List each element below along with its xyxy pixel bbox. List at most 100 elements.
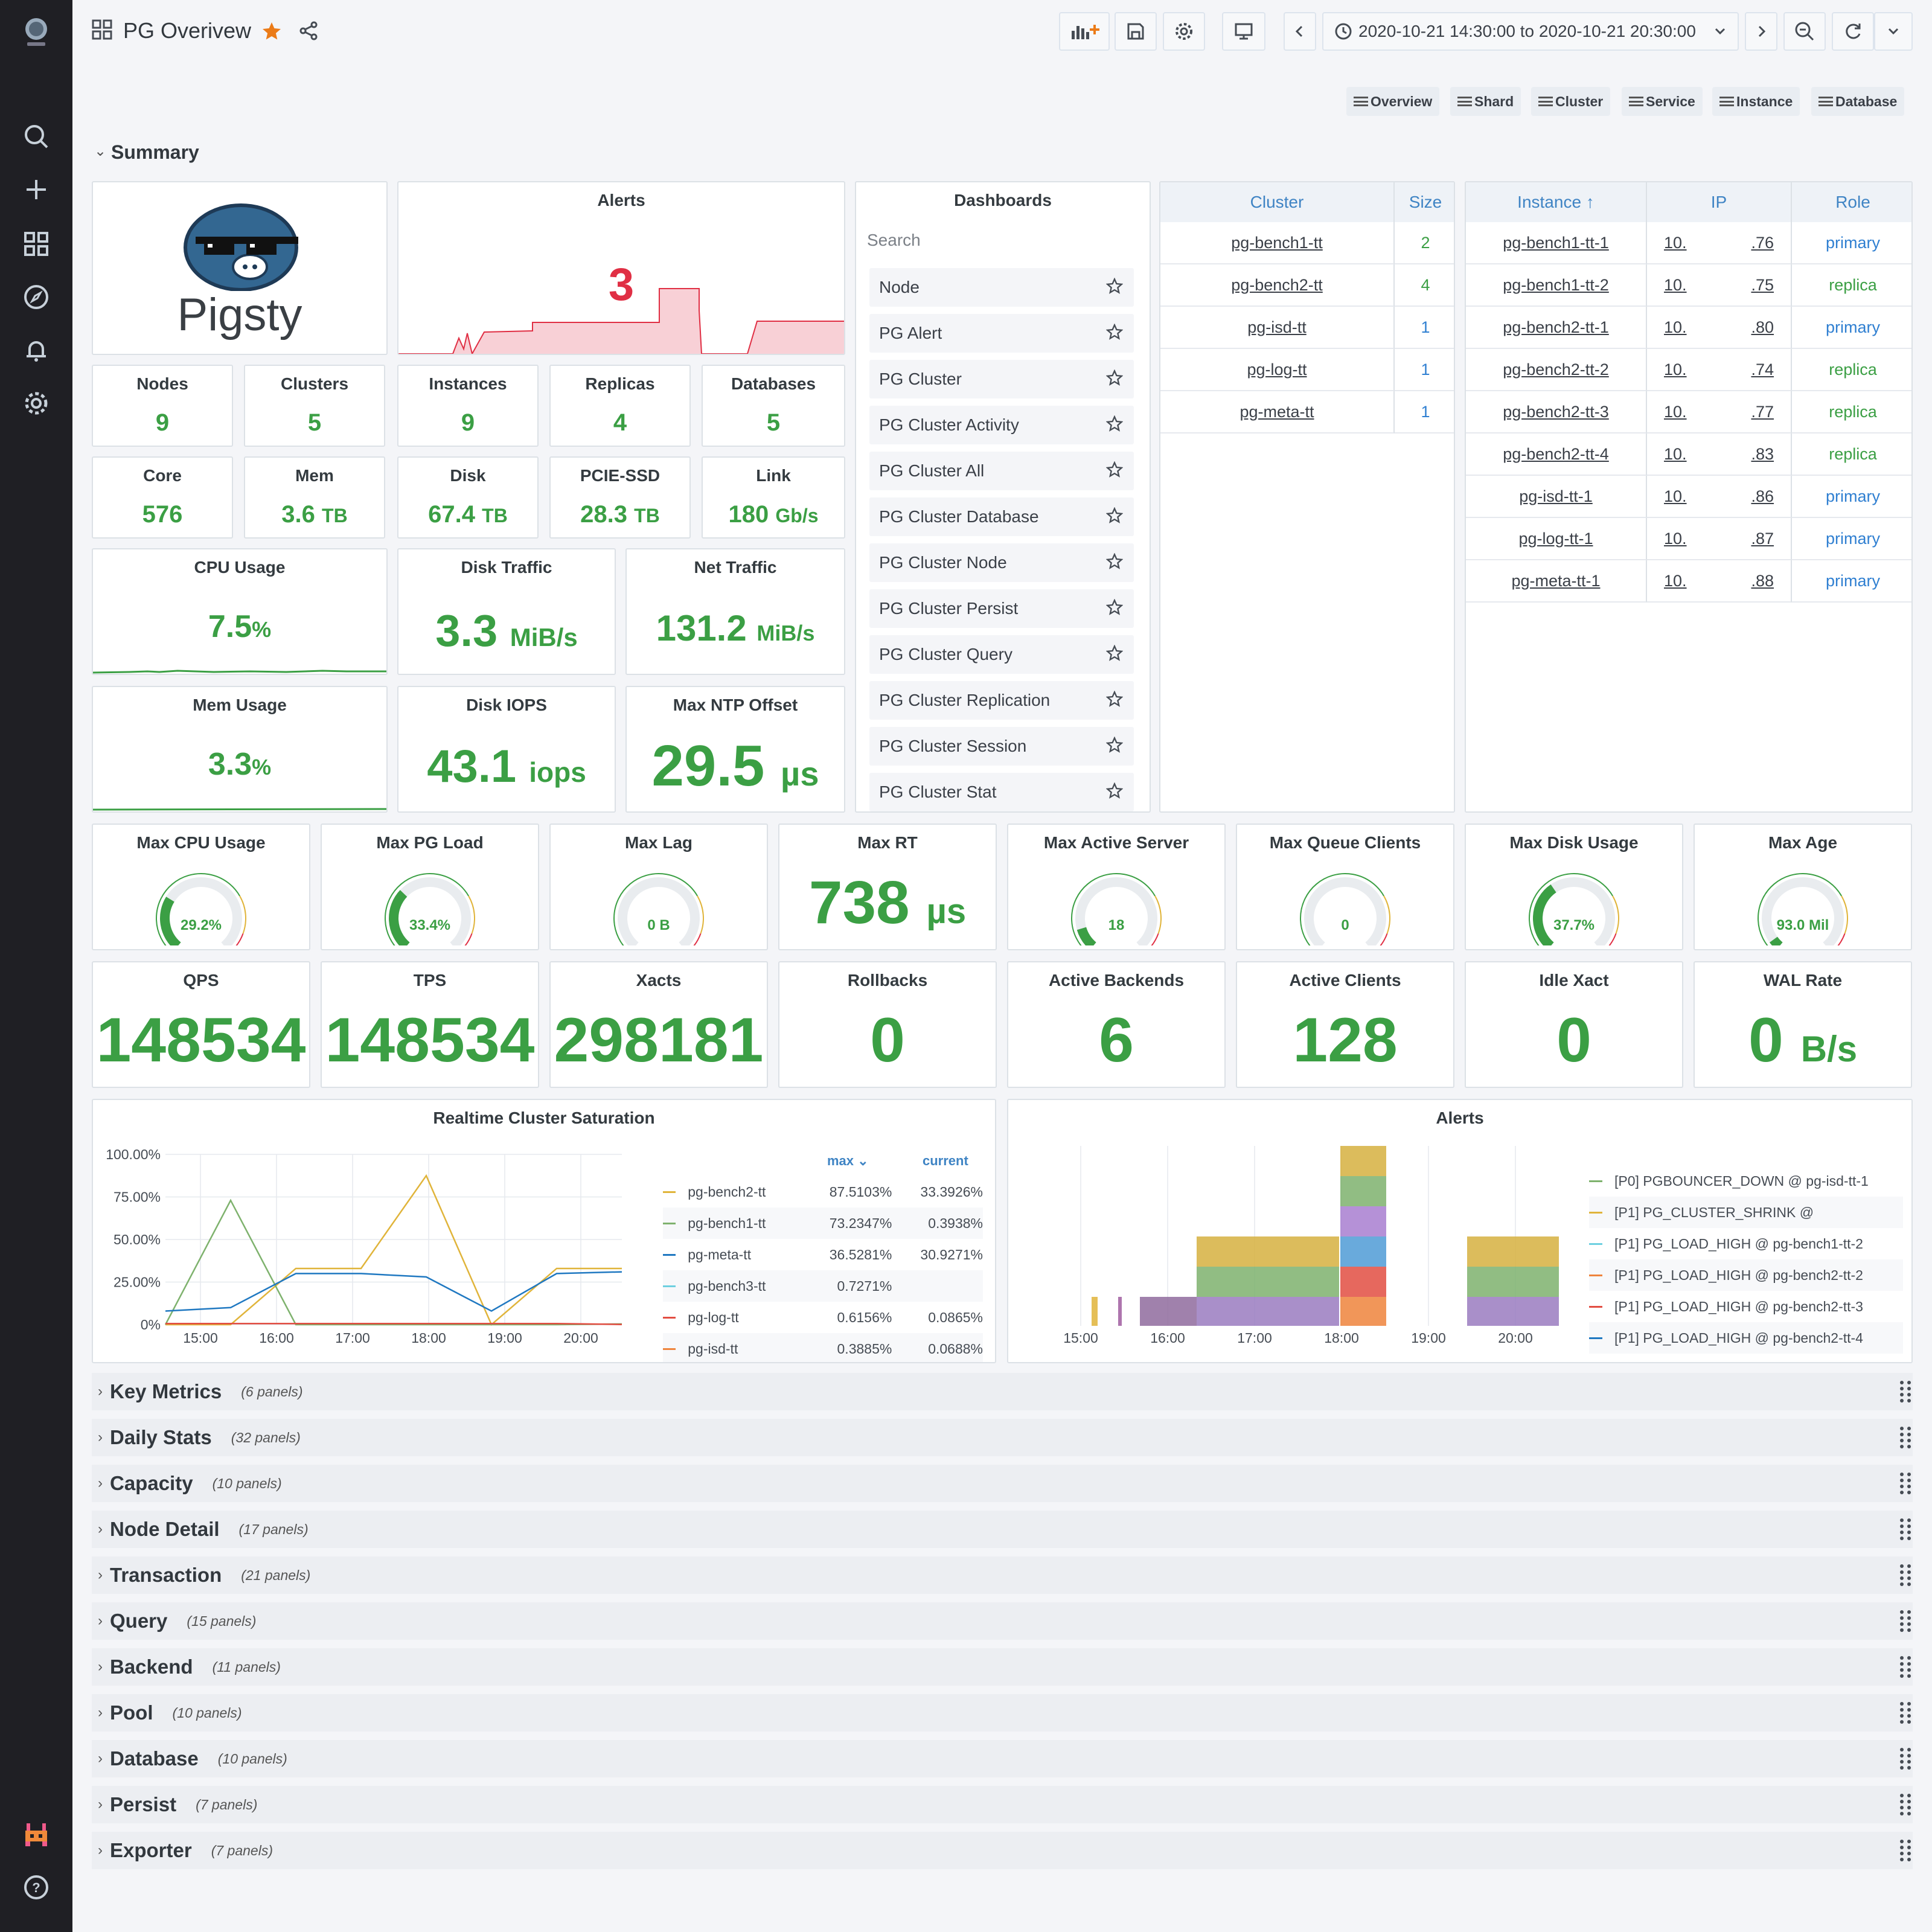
chevron-right-icon[interactable]: › xyxy=(98,1475,103,1492)
instance-name-cell[interactable]: pg-meta-tt-1 xyxy=(1466,560,1647,603)
cluster-link[interactable]: pg-log-tt xyxy=(1247,360,1307,379)
dashboard-list-item[interactable]: PG Cluster Replication xyxy=(869,681,1134,720)
instance-link[interactable]: pg-bench2-tt-2 xyxy=(1503,360,1609,379)
star-icon[interactable] xyxy=(1105,415,1125,435)
dashboard-list-item[interactable]: PG Cluster Database xyxy=(869,497,1134,536)
row-title[interactable]: Exporter xyxy=(110,1839,192,1862)
instance-name-cell[interactable]: pg-bench2-tt-1 xyxy=(1466,307,1647,349)
drag-handle-icon[interactable] xyxy=(1898,1563,1913,1587)
instance-ip-cell[interactable]: 10. .83 xyxy=(1647,433,1792,476)
drag-handle-icon[interactable] xyxy=(1898,1838,1913,1863)
chevron-down-icon[interactable]: ⌄ xyxy=(94,142,106,160)
instance-link[interactable]: pg-bench2-tt-4 xyxy=(1503,445,1609,464)
ip-suffix[interactable]: .74 xyxy=(1751,360,1774,379)
instance-link[interactable]: pg-meta-tt-1 xyxy=(1511,572,1600,590)
dashboard-list-item[interactable]: PG Cluster Query xyxy=(869,635,1134,674)
row-title[interactable]: Transaction xyxy=(110,1564,222,1587)
collapsed-row[interactable]: › Exporter (7 panels) xyxy=(92,1832,1913,1869)
instance-link[interactable]: pg-isd-tt-1 xyxy=(1519,487,1593,506)
chevron-right-icon[interactable]: › xyxy=(98,1704,103,1721)
dashboard-settings-button[interactable] xyxy=(1163,12,1205,51)
column-header-ip[interactable]: IP xyxy=(1647,182,1792,222)
star-icon[interactable] xyxy=(1105,507,1125,526)
ip-prefix[interactable]: 10. xyxy=(1664,572,1687,590)
row-title[interactable]: Database xyxy=(110,1747,199,1770)
ip-prefix[interactable]: 10. xyxy=(1664,360,1687,379)
collapsed-row[interactable]: › Database (10 panels) xyxy=(92,1740,1913,1777)
plus-icon[interactable] xyxy=(18,171,54,208)
time-range-picker[interactable]: 2020-10-21 14:30:00 to 2020-10-21 20:30:… xyxy=(1322,12,1739,51)
chevron-right-icon[interactable]: › xyxy=(98,1659,103,1675)
zoom-out-button[interactable] xyxy=(1783,12,1826,51)
instance-link[interactable]: pg-bench1-tt-1 xyxy=(1503,234,1609,252)
collapsed-row[interactable]: › Backend (11 panels) xyxy=(92,1648,1913,1686)
instance-ip-cell[interactable]: 10. .80 xyxy=(1647,307,1792,349)
share-icon[interactable] xyxy=(298,21,319,44)
chevron-right-icon[interactable]: › xyxy=(98,1796,103,1813)
search-icon[interactable] xyxy=(18,118,54,155)
ip-suffix[interactable]: .76 xyxy=(1751,234,1774,252)
cluster-name-cell[interactable]: pg-bench1-tt xyxy=(1160,222,1395,264)
star-icon[interactable] xyxy=(1105,277,1125,297)
row-title[interactable]: Daily Stats xyxy=(110,1426,212,1449)
column-header-role[interactable]: Role xyxy=(1792,182,1911,222)
legend-item[interactable]: [P0] PGBOUNCER_DOWN @ pg-isd-tt-1 xyxy=(1589,1165,1903,1197)
cluster-link[interactable]: pg-isd-tt xyxy=(1247,318,1307,337)
legend-item[interactable]: pg-meta-tt 36.5281% 30.9271% xyxy=(663,1239,983,1270)
collapsed-row[interactable]: › Transaction (21 panels) xyxy=(92,1556,1913,1594)
dashboard-list-item[interactable]: PG Cluster Activity xyxy=(869,406,1134,444)
legend-item[interactable]: pg-bench3-tt 0.7271% xyxy=(663,1270,983,1302)
instance-ip-cell[interactable]: 10. .77 xyxy=(1647,391,1792,433)
user-avatar-icon[interactable] xyxy=(18,1816,54,1852)
grafana-logo-icon[interactable] xyxy=(18,14,54,51)
drag-handle-icon[interactable] xyxy=(1898,1609,1913,1633)
legend-header-max[interactable]: max ⌄ xyxy=(827,1153,869,1169)
dashboard-list-item[interactable]: PG Cluster Persist xyxy=(869,589,1134,628)
collapsed-row[interactable]: › Pool (10 panels) xyxy=(92,1694,1913,1732)
instance-ip-cell[interactable]: 10. .76 xyxy=(1647,222,1792,264)
dashboard-list-item[interactable]: Node xyxy=(869,268,1134,307)
instance-name-cell[interactable]: pg-bench2-tt-2 xyxy=(1466,349,1647,391)
star-icon[interactable] xyxy=(1105,461,1125,481)
collapsed-row[interactable]: › Query (15 panels) xyxy=(92,1602,1913,1640)
drag-handle-icon[interactable] xyxy=(1898,1747,1913,1771)
star-icon[interactable] xyxy=(1105,552,1125,572)
ip-suffix[interactable]: .87 xyxy=(1751,529,1774,548)
legend-item[interactable]: pg-isd-tt 0.3885% 0.0688% xyxy=(663,1333,983,1362)
chevron-right-icon[interactable]: › xyxy=(98,1383,103,1400)
instance-name-cell[interactable]: pg-bench2-tt-4 xyxy=(1466,433,1647,476)
drag-handle-icon[interactable] xyxy=(1898,1655,1913,1679)
legend-item[interactable]: [P1] PG_LOAD_HIGH @ pg-bench1-tt-2 xyxy=(1589,1228,1903,1259)
dashboard-list-item[interactable]: PG Alert xyxy=(869,314,1134,353)
ip-prefix[interactable]: 10. xyxy=(1664,234,1687,252)
instance-name-cell[interactable]: pg-bench1-tt-1 xyxy=(1466,222,1647,264)
link-service[interactable]: Service xyxy=(1622,87,1703,116)
star-icon[interactable] xyxy=(1105,736,1125,756)
link-overview[interactable]: Overview xyxy=(1346,87,1440,116)
ip-prefix[interactable]: 10. xyxy=(1664,529,1687,548)
legend-item[interactable]: [P1] PG_LOAD_HIGH @ pg-bench2-tt-3 xyxy=(1589,1291,1903,1322)
cluster-link[interactable]: pg-bench1-tt xyxy=(1231,234,1323,252)
instance-name-cell[interactable]: pg-isd-tt-1 xyxy=(1466,476,1647,518)
ip-prefix[interactable]: 10. xyxy=(1664,403,1687,421)
row-title[interactable]: Capacity xyxy=(110,1472,193,1495)
star-icon[interactable] xyxy=(1105,369,1125,389)
collapsed-row[interactable]: › Key Metrics (6 panels) xyxy=(92,1373,1913,1410)
row-title[interactable]: Key Metrics xyxy=(110,1380,222,1403)
link-cluster[interactable]: Cluster xyxy=(1531,87,1611,116)
legend-item[interactable]: [P1] PG_LOAD_HIGH @ pg-bench2-tt-2 xyxy=(1589,1259,1903,1291)
column-header-instance[interactable]: Instance ↑ xyxy=(1466,182,1647,222)
help-icon[interactable]: ? xyxy=(18,1869,54,1905)
row-title[interactable]: Query xyxy=(110,1610,167,1633)
instance-ip-cell[interactable]: 10. .86 xyxy=(1647,476,1792,518)
drag-handle-icon[interactable] xyxy=(1898,1471,1913,1495)
collapsed-row[interactable]: › Node Detail (17 panels) xyxy=(92,1511,1913,1548)
drag-handle-icon[interactable] xyxy=(1898,1793,1913,1817)
chevron-right-icon[interactable]: › xyxy=(98,1521,103,1538)
instance-ip-cell[interactable]: 10. .75 xyxy=(1647,264,1792,307)
explore-icon[interactable] xyxy=(18,279,54,315)
legend-header-current[interactable]: current xyxy=(923,1153,968,1169)
cluster-link[interactable]: pg-bench2-tt xyxy=(1231,276,1323,295)
column-header-size[interactable]: Size xyxy=(1395,182,1454,222)
dashboard-list-item[interactable]: PG Cluster xyxy=(869,360,1134,398)
